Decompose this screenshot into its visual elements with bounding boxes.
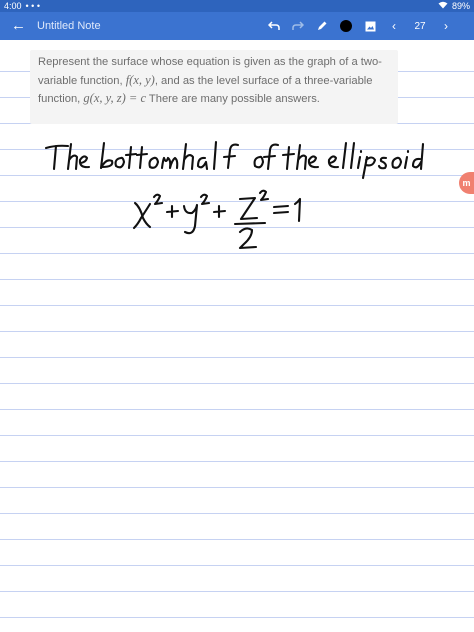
handwriting-ink bbox=[44, 140, 425, 250]
floating-assistant-badge[interactable]: m bbox=[459, 172, 474, 194]
